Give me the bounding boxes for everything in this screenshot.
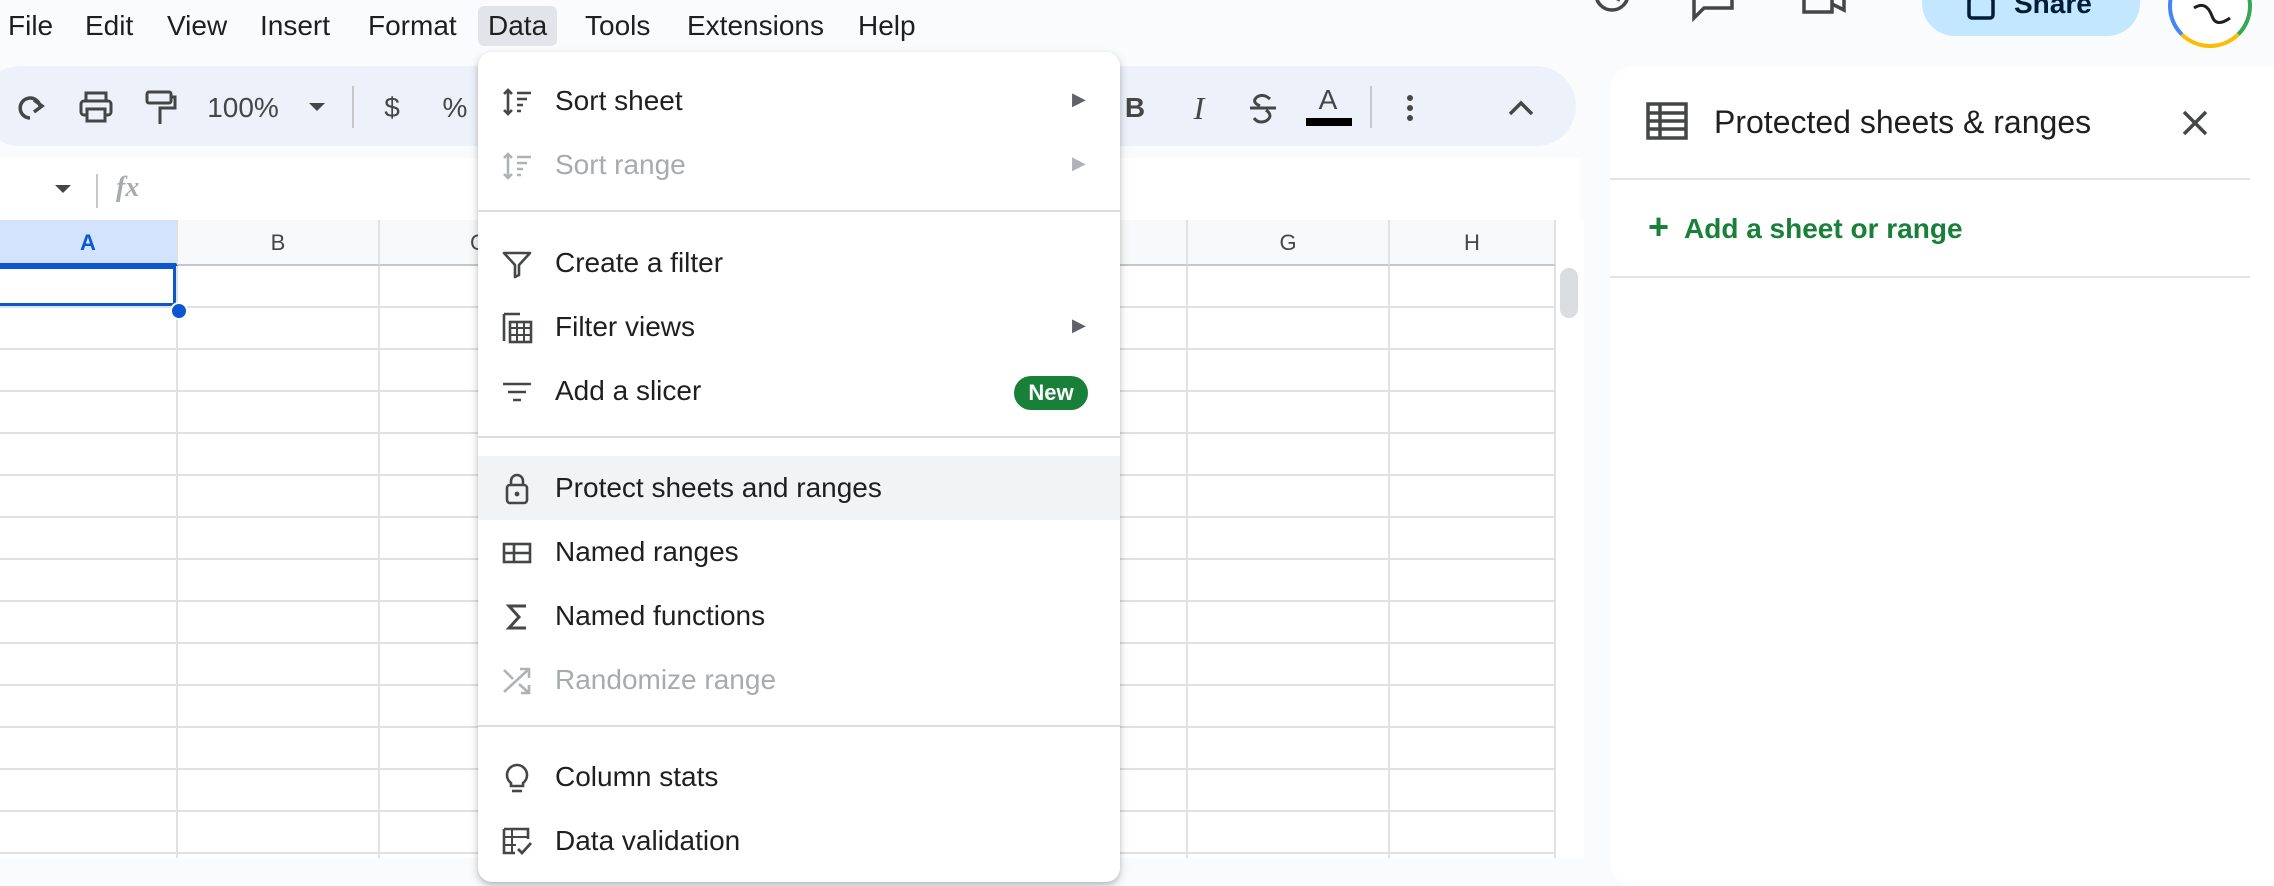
menu-item-named-ranges[interactable]: Named ranges — [478, 520, 1120, 584]
selected-cell[interactable] — [0, 266, 176, 306]
data-validation-icon — [502, 827, 533, 856]
filter-views-icon — [502, 312, 533, 344]
share-label: Share — [2014, 0, 2092, 19]
menu-item-label: Sort range — [555, 149, 686, 180]
paint-format-icon[interactable] — [142, 88, 178, 128]
name-box-dropdown-icon[interactable] — [52, 182, 74, 196]
shuffle-icon — [503, 667, 531, 695]
zoom-select[interactable]: 100% — [206, 88, 280, 128]
menu-item-add-slicer[interactable]: Add a slicer New — [478, 359, 1120, 423]
menu-item-filter-views[interactable]: Filter views ▶ — [478, 295, 1120, 359]
menu-format[interactable]: Format — [358, 6, 467, 46]
table-icon — [1646, 102, 1688, 140]
menu-item-data-validation[interactable]: Data validation — [478, 809, 1120, 873]
menu-item-label: Data validation — [555, 825, 741, 856]
lock-icon — [1967, 0, 1995, 20]
menu-tools[interactable]: Tools — [575, 6, 660, 46]
menu-bar: File Edit View Insert Format Data Tools … — [0, 0, 1060, 52]
menu-data[interactable]: Data — [478, 6, 558, 46]
panel-divider — [1610, 178, 2250, 180]
menu-view[interactable]: View — [157, 6, 237, 46]
text-color-swatch — [1306, 118, 1352, 126]
formula-divider — [96, 174, 98, 208]
toolbar-divider — [1370, 86, 1372, 128]
menu-item-create-filter[interactable]: Create a filter — [478, 231, 1120, 295]
submenu-arrow-icon: ▶ — [1072, 315, 1086, 335]
panel-divider — [1610, 276, 2250, 278]
menu-item-label: Column stats — [555, 761, 719, 792]
italic-button[interactable]: I — [1184, 88, 1214, 128]
history-icon[interactable] — [1590, 0, 1634, 20]
submenu-arrow-icon: ▶ — [1072, 89, 1086, 109]
redo-icon[interactable] — [14, 92, 48, 124]
slicer-icon — [503, 382, 531, 402]
menu-item-column-stats[interactable]: Column stats — [478, 745, 1120, 809]
menu-item-label: Named functions — [555, 600, 766, 631]
menu-edit[interactable]: Edit — [75, 6, 143, 46]
column-header-c[interactable]: C — [380, 220, 486, 266]
menu-item-sort-range[interactable]: Sort range ▶ — [478, 133, 1120, 197]
more-icon[interactable] — [1400, 90, 1420, 126]
menu-item-label: Sort sheet — [555, 85, 683, 116]
sort-icon — [503, 152, 531, 180]
toolbar-divider — [352, 86, 354, 128]
vertical-scrollbar[interactable] — [1556, 220, 1584, 858]
menu-file[interactable]: File — [0, 6, 63, 46]
currency-button[interactable]: $ — [378, 88, 406, 128]
fill-handle[interactable] — [170, 302, 188, 320]
new-badge: New — [1014, 376, 1088, 410]
print-icon[interactable] — [78, 90, 114, 126]
column-header-b[interactable]: B — [178, 220, 380, 266]
menu-divider — [478, 210, 1120, 212]
chevron-up-icon[interactable] — [1506, 98, 1536, 118]
menu-item-label: Create a filter — [555, 247, 724, 278]
protected-ranges-panel — [1610, 66, 2274, 886]
column-header-h[interactable]: H — [1390, 220, 1556, 266]
panel-title: Protected sheets & ranges — [1714, 104, 2092, 140]
menu-help[interactable]: Help — [848, 6, 926, 46]
zoom-dropdown-icon[interactable] — [306, 100, 328, 114]
fx-icon: fx — [116, 172, 140, 203]
scrollbar-thumb[interactable] — [1560, 268, 1578, 318]
menu-extensions[interactable]: Extensions — [677, 6, 834, 46]
menu-item-protect-sheets[interactable]: Protect sheets and ranges — [478, 456, 1120, 520]
menu-item-label: Filter views — [555, 311, 696, 342]
menu-item-label: Randomize range — [555, 664, 777, 695]
avatar[interactable] — [2168, 0, 2252, 48]
avatar-image — [2193, 3, 2231, 24]
column-header-a[interactable]: A — [0, 220, 178, 266]
menu-item-label: Protect sheets and ranges — [555, 472, 882, 503]
text-color-button[interactable]: A — [1306, 80, 1350, 120]
menu-item-randomize-range[interactable]: Randomize range — [478, 648, 1120, 712]
add-sheet-or-range-label: Add a sheet or range — [1684, 213, 1963, 244]
submenu-arrow-icon: ▶ — [1072, 153, 1086, 173]
share-button[interactable]: Share — [1922, 0, 2140, 36]
column-header-g[interactable]: G — [1188, 220, 1390, 266]
data-menu: Sort sheet ▶ Sort range ▶ Create a filte… — [478, 52, 1120, 882]
menu-item-label: Add a slicer — [555, 375, 702, 406]
plus-icon: + — [1648, 206, 1670, 247]
menu-insert[interactable]: Insert — [250, 6, 340, 46]
bold-button[interactable]: B — [1120, 88, 1150, 128]
filter-icon — [502, 251, 532, 279]
sort-icon — [503, 88, 531, 116]
menu-divider — [478, 436, 1120, 438]
strikethrough-icon[interactable] — [1246, 90, 1280, 126]
named-ranges-icon — [502, 542, 532, 564]
meet-icon[interactable] — [1800, 0, 1850, 20]
menu-divider — [478, 725, 1120, 727]
comments-icon[interactable] — [1690, 0, 1736, 22]
menu-item-label: Named ranges — [555, 536, 739, 567]
close-icon[interactable] — [2180, 108, 2210, 138]
menu-item-sort-sheet[interactable]: Sort sheet ▶ — [478, 69, 1120, 133]
sigma-icon — [505, 604, 526, 630]
lightbulb-icon — [505, 763, 529, 793]
lock-icon — [505, 473, 529, 505]
menu-item-named-functions[interactable]: Named functions — [478, 584, 1120, 648]
percent-button[interactable]: % — [440, 88, 470, 128]
